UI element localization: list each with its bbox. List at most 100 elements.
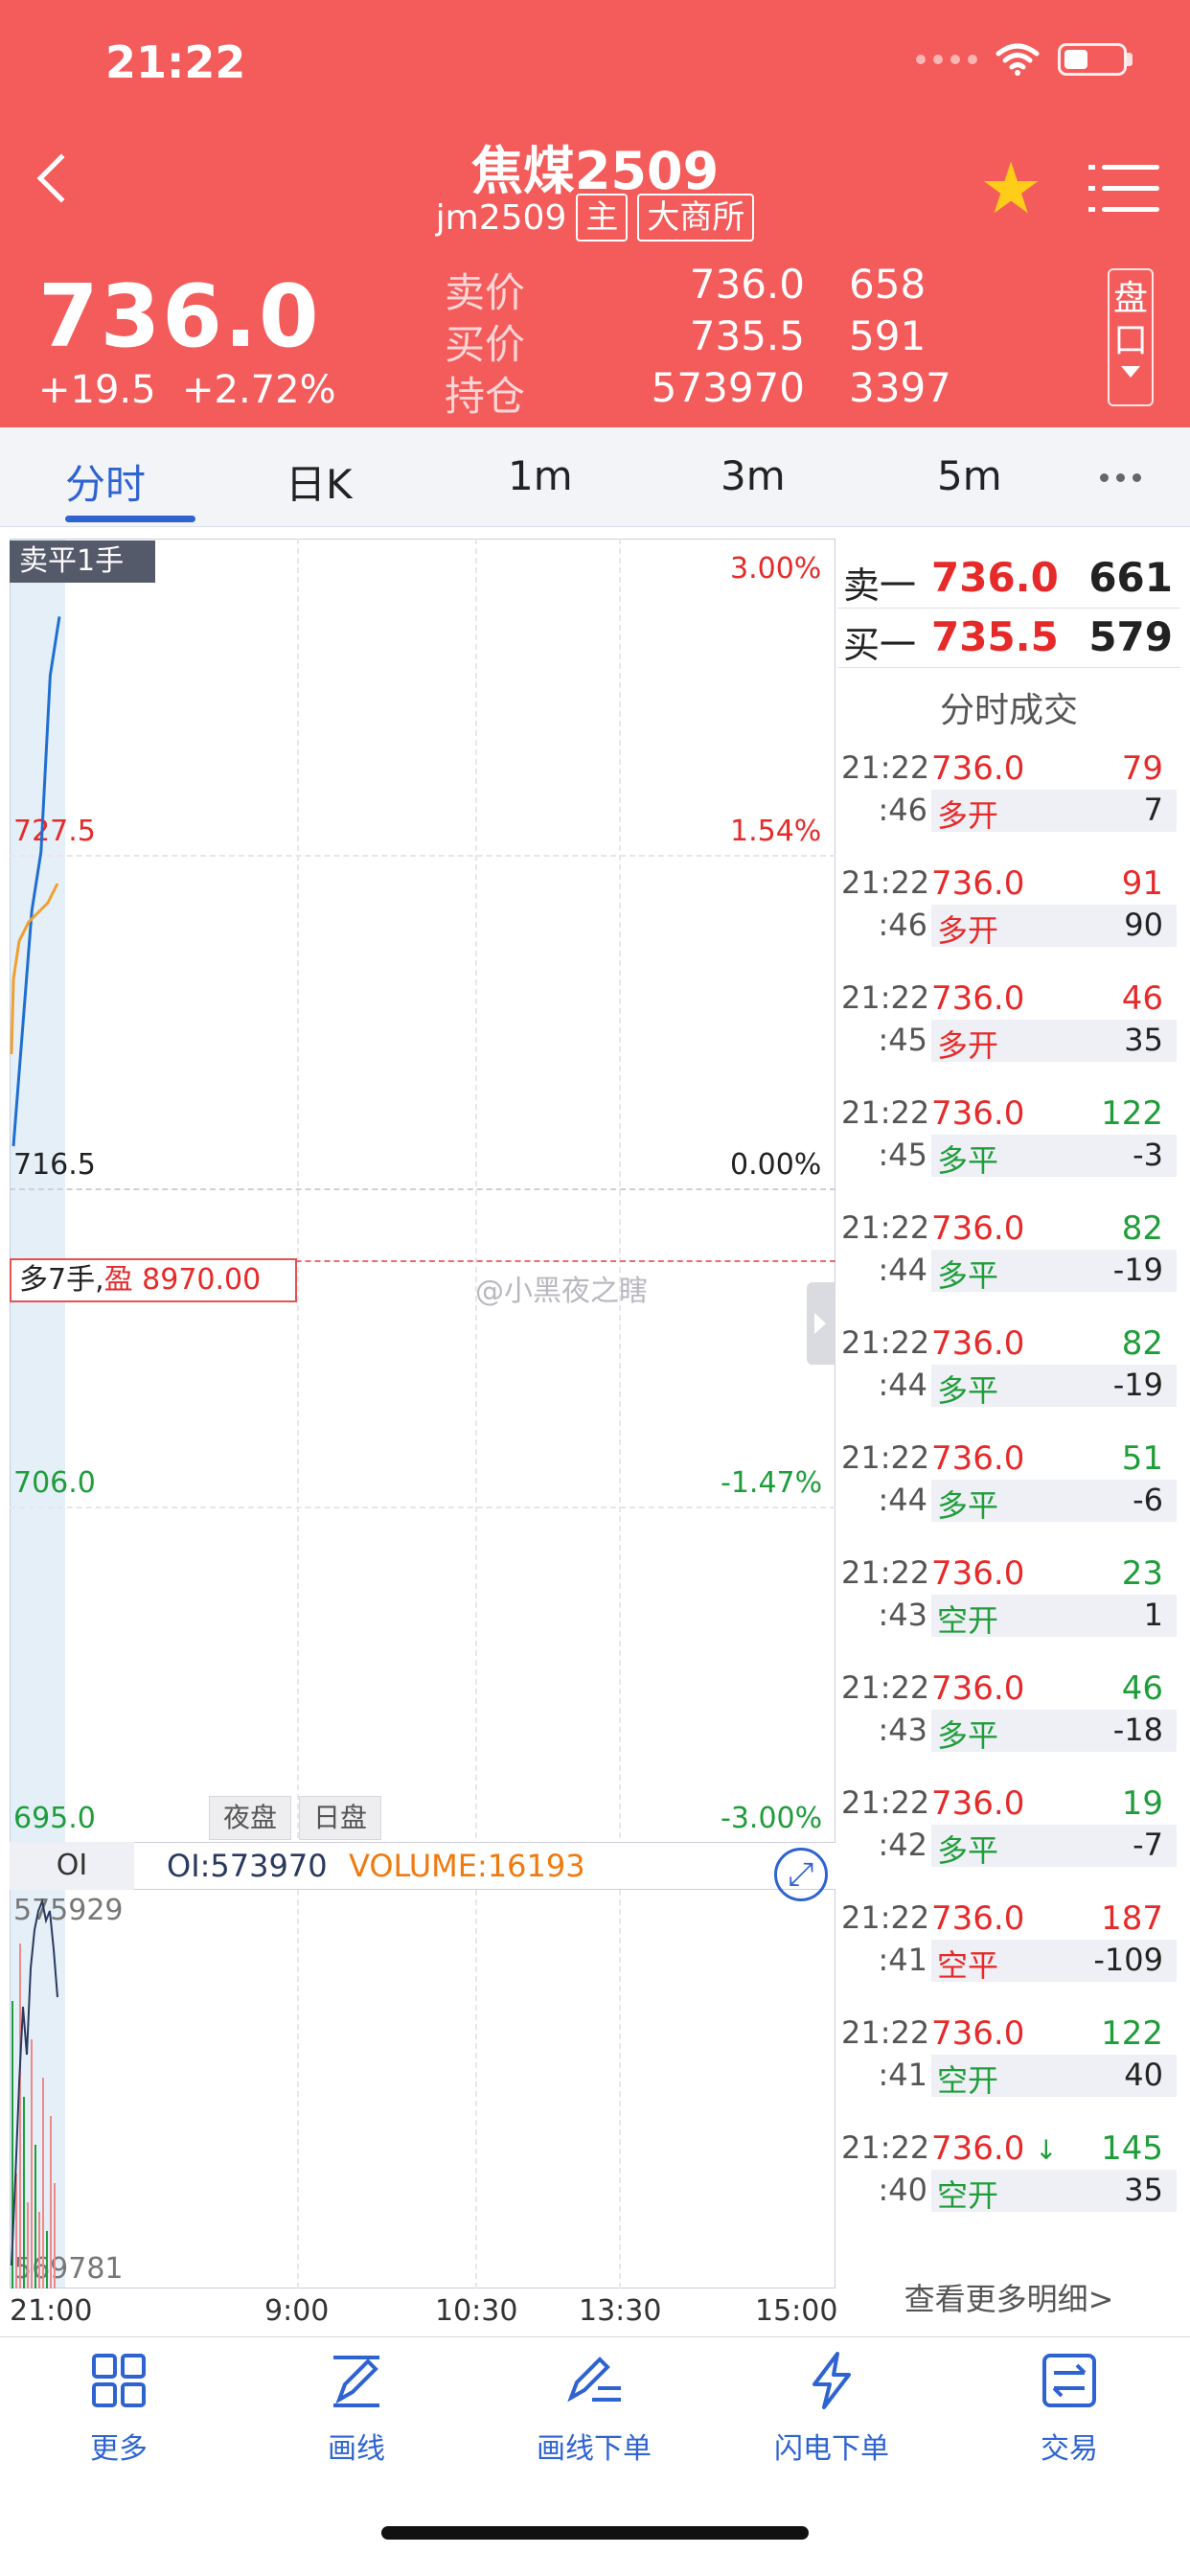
trade-qty: 187 (1101, 1899, 1163, 1938)
volume-bar (54, 2183, 56, 2288)
quote-label-bid: 买价 (445, 321, 526, 368)
trade-qty: 122 (1101, 1094, 1163, 1133)
trade-qty: 145 (1101, 2129, 1163, 2168)
quote-label-ask: 卖价 (445, 269, 526, 316)
trade-qty: 79 (1121, 749, 1163, 788)
trade-oi-change: 40 (1124, 2057, 1163, 2093)
trade-oi-change: -109 (1093, 1942, 1163, 1978)
price-series-line (11, 616, 61, 1147)
last-price: 736.0 (38, 266, 321, 367)
trade-seconds: :46 (878, 792, 928, 828)
trade-seconds: :42 (878, 1827, 928, 1863)
orderbook-toggle-label: 盘口 (1113, 279, 1149, 360)
ask1-label: 卖一 (843, 564, 917, 607)
trade-seconds: :46 (878, 907, 928, 943)
bid1-label: 买一 (843, 624, 917, 666)
quote-open-interest: 573970 (651, 364, 805, 411)
trade-row: 21:22:44 736.0 82 多平 -19 (837, 1209, 1180, 1324)
trade-seconds: :44 (878, 1367, 928, 1403)
trade-time: 21:22 (841, 2129, 930, 2166)
trade-oi-change: 35 (1124, 1022, 1163, 1058)
toolbar-lightning-order-button[interactable]: 闪电下单 (736, 2350, 927, 2467)
toolbar-trade-button[interactable]: 交易 (973, 2350, 1165, 2467)
quote-oi-change: 3397 (849, 364, 951, 411)
trade-price: 736.0 (931, 1784, 1025, 1823)
orderbook-toggle-button[interactable]: 盘口 (1108, 268, 1154, 406)
trade-type: 多平 (937, 1832, 999, 1869)
trade-oi-change: 7 (1143, 792, 1163, 828)
trade-row: 21:22:43 736.0 46 多平 -18 (837, 1669, 1180, 1784)
trade-price: 736.0 (931, 1324, 1025, 1363)
trade-price: 736.0 (931, 979, 1025, 1018)
more-dots-icon[interactable] (1100, 473, 1141, 482)
trade-qty: 122 (1101, 2014, 1163, 2053)
trade-type: 多平 (937, 1717, 999, 1754)
volume-bar (27, 2202, 29, 2288)
volume-bar (19, 1944, 21, 2288)
trade-price: 736.0 (931, 864, 1025, 903)
trade-price: 736.0 ↓ (931, 2129, 1058, 2168)
more-detail-link[interactable]: 查看更多明细> (837, 2275, 1180, 2319)
trade-type: 多开 (937, 912, 999, 949)
trade-type: 多平 (937, 1487, 999, 1524)
trade-time: 21:22 (841, 1899, 930, 1936)
trade-row: 21:22:44 736.0 82 多平 -19 (837, 1324, 1180, 1439)
night-session-chip[interactable]: 夜盘 (209, 1796, 292, 1840)
ask1-price[interactable]: 736.0 (931, 554, 1059, 601)
trade-price: 736.0 (931, 1899, 1025, 1938)
lightning-icon (812, 2352, 851, 2409)
bid1-price[interactable]: 735.5 (931, 613, 1059, 660)
toolbar-draw-order-button[interactable]: 画线下单 (498, 2350, 690, 2467)
trade-seconds: :44 (878, 1252, 928, 1288)
trade-time: 21:22 (841, 1784, 930, 1821)
trade-oi-change: 35 (1124, 2172, 1163, 2208)
active-tab-indicator (65, 516, 195, 522)
trade-oi-change: 1 (1143, 1597, 1163, 1633)
quote-label-oi: 持仓 (445, 373, 526, 420)
trade-seconds: :40 (878, 2172, 928, 2208)
trade-oi-change: -3 (1133, 1137, 1163, 1173)
trade-seconds: :45 (878, 1022, 928, 1058)
trade-oi-change: -19 (1112, 1367, 1163, 1403)
grid-icon (92, 2354, 146, 2407)
tab-1m[interactable]: 1m (508, 452, 573, 499)
trade-qty: 82 (1121, 1209, 1163, 1248)
trade-qty: 46 (1121, 979, 1163, 1018)
price-change-pct: +2.72% (182, 368, 336, 412)
trade-type: 多平 (937, 1257, 999, 1294)
oi-tag[interactable]: OI (10, 1842, 134, 1890)
toolbar-draw-button[interactable]: 画线 (261, 2350, 452, 2467)
quote-ask-size: 658 (849, 261, 927, 308)
trade-time: 21:22 (841, 1209, 930, 1246)
signal-icon (916, 55, 977, 64)
tab-3m[interactable]: 3m (721, 452, 786, 499)
trade-row: 21:22:42 736.0 19 多平 -7 (837, 1784, 1180, 1899)
ask1-qty: 661 (1088, 554, 1173, 601)
trade-time: 21:22 (841, 1439, 930, 1476)
trade-qty: 51 (1121, 1439, 1163, 1478)
trade-type: 空开 (937, 2177, 999, 2214)
volume-bar (31, 2039, 33, 2288)
trade-price: 736.0 (931, 1669, 1025, 1708)
x-tick-label: 10:30 (435, 2294, 518, 2328)
trade-type: 多开 (937, 797, 999, 834)
trade-seconds: :43 (878, 1712, 928, 1748)
trade-time: 21:22 (841, 1324, 930, 1361)
trade-oi-change: -19 (1112, 1252, 1163, 1288)
volume-bar (23, 2097, 25, 2288)
quote-bid-size: 591 (849, 312, 927, 359)
day-session-chip[interactable]: 日盘 (299, 1796, 382, 1840)
quote-header: 21:22 焦煤2509 jm2509 主 大商所 ★ 736.0 +19.5 … (0, 0, 1190, 427)
down-arrow-icon: ↓ (1035, 2134, 1058, 2166)
favorite-star-icon[interactable]: ★ (979, 153, 1042, 224)
menu-list-icon[interactable] (1088, 165, 1159, 215)
tab-daily-k[interactable]: 日K (286, 452, 353, 511)
tab-intraday[interactable]: 分时 (65, 452, 146, 511)
divider (837, 667, 1180, 668)
trade-row: 21:22:45 736.0 46 多开 35 (837, 979, 1180, 1094)
tab-5m[interactable]: 5m (937, 452, 1002, 499)
oi-volume-chart (11, 1898, 58, 2288)
x-tick-label: 13:30 (579, 2294, 662, 2328)
trade-type: 空开 (937, 1602, 999, 1639)
toolbar-more-button[interactable]: 更多 (23, 2350, 215, 2467)
